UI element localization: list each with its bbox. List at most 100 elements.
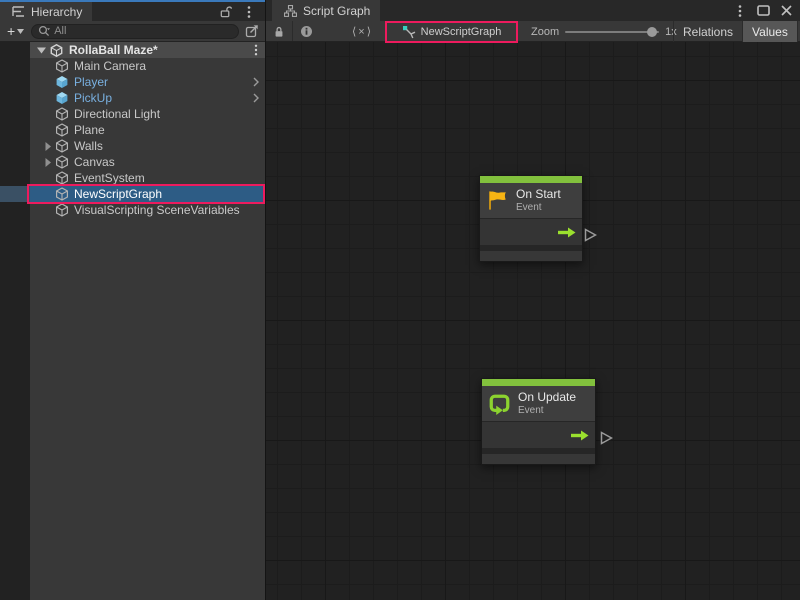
tree-gutter (0, 170, 30, 186)
hierarchy-tabbar: Hierarchy (0, 2, 265, 21)
chevron-right-icon[interactable] (253, 77, 259, 87)
hierarchy-item-plane[interactable]: Plane (0, 122, 265, 138)
search-placeholder: All (54, 25, 66, 37)
graph-toolbar: ⟨×⟩ NewScriptGraph Zoom 1x Relations Val… (266, 21, 800, 42)
node-ports-row (480, 218, 582, 245)
foldout-collapsed-icon[interactable] (45, 158, 51, 167)
close-icon[interactable] (778, 3, 794, 19)
hierarchy-item-canvas[interactable]: Canvas (0, 154, 265, 170)
gameobject-cube-icon (55, 203, 69, 217)
hierarchy-panel: Hierarchy + All (0, 0, 266, 600)
angle-x-icon[interactable]: ⟨×⟩ (342, 25, 383, 38)
node-footer (480, 251, 582, 261)
hierarchy-menu-kebab-icon[interactable] (241, 4, 257, 20)
item-label: NewScriptGraph (74, 187, 162, 201)
scene-menu-kebab-icon[interactable] (254, 44, 265, 56)
hierarchy-toolbar: + All (0, 21, 265, 42)
gameobject-cube-icon (55, 59, 69, 73)
tree-gutter (0, 58, 30, 74)
flow-port-arrow-icon[interactable] (570, 430, 589, 441)
tree-gutter (0, 202, 30, 218)
info-icon[interactable] (293, 21, 320, 41)
prefab-expand-chevron[interactable] (253, 93, 265, 103)
foldout-collapsed-icon[interactable] (45, 142, 51, 151)
relations-button[interactable]: Relations (673, 21, 742, 42)
item-label: Directional Light (74, 107, 160, 121)
tree-gutter (0, 90, 30, 106)
hierarchy-item-eventsystem[interactable]: EventSystem (0, 170, 265, 186)
item-label: Player (74, 75, 108, 89)
prefab-cube-icon (55, 75, 69, 89)
add-object-button[interactable]: + (4, 23, 27, 39)
window-menu-kebab-icon[interactable] (732, 3, 748, 19)
prefab-expand-chevron[interactable] (253, 77, 265, 87)
node-ports-row (482, 421, 595, 448)
values-button[interactable]: Values (742, 21, 797, 42)
unity-editor: Hierarchy + All (0, 0, 800, 600)
item-label: Main Camera (74, 59, 146, 73)
gameobject-cube-icon (55, 123, 69, 137)
breadcrumb-graph-name[interactable]: NewScriptGraph (387, 21, 516, 42)
unlock-icon[interactable] (217, 4, 233, 20)
tree-gutter (0, 154, 30, 170)
prefab-cube-icon (55, 91, 69, 105)
tab-hierarchy[interactable]: Hierarchy (0, 2, 92, 21)
gameobject-cube-icon (55, 155, 69, 169)
node-on-update[interactable]: On UpdateEvent (481, 378, 596, 465)
node-subtitle: Event (516, 202, 561, 214)
lock-icon[interactable] (266, 21, 292, 41)
zoom-label: Zoom (531, 26, 559, 38)
zoom-slider[interactable] (565, 31, 659, 33)
scene-header-row[interactable]: RollaBall Maze* (0, 42, 265, 58)
node-header[interactable]: On UpdateEvent (482, 386, 595, 421)
hierarchy-tab-icon (10, 4, 26, 20)
gameobject-cube-icon (55, 107, 69, 121)
node-header[interactable]: On StartEvent (480, 183, 582, 218)
hierarchy-item-visualscripting-scenevariables[interactable]: VisualScripting SceneVariables (0, 202, 265, 218)
scene-picking-icon[interactable] (243, 24, 261, 38)
item-label: PickUp (74, 91, 112, 105)
tree-gutter (0, 186, 30, 202)
scene-name: RollaBall Maze* (69, 43, 158, 57)
hierarchy-item-player[interactable]: Player (0, 74, 265, 90)
node-footer (482, 454, 595, 464)
foldout-open-icon[interactable] (34, 47, 48, 54)
event-node-colorbar (482, 379, 595, 386)
node-on-start[interactable]: On StartEvent (479, 175, 583, 262)
gameobject-cube-icon (55, 187, 69, 201)
gameobject-cube-icon (55, 171, 69, 185)
hierarchy-item-walls[interactable]: Walls (0, 138, 265, 154)
hierarchy-tree: RollaBall Maze* Main Camera Player PickUp D… (0, 42, 265, 600)
output-port-triangle-icon[interactable] (600, 431, 613, 448)
graph-canvas[interactable]: On StartEventOn UpdateEvent (266, 42, 800, 600)
search-icon (38, 25, 50, 37)
gameobject-cube-icon (55, 139, 69, 153)
tree-gutter (0, 74, 30, 90)
event-node-colorbar (480, 176, 582, 183)
maximize-icon[interactable] (755, 3, 771, 19)
chevron-right-icon[interactable] (253, 93, 259, 103)
node-title: On Update (518, 391, 576, 405)
tree-gutter (0, 138, 30, 154)
hierarchy-item-directional-light[interactable]: Directional Light (0, 106, 265, 122)
tree-gutter (0, 122, 30, 138)
item-label: EventSystem (74, 171, 145, 185)
tree-gutter (0, 42, 30, 58)
dropdown-caret-icon (17, 29, 24, 34)
node-title: On Start (516, 188, 561, 202)
on-start-flag-icon (486, 189, 509, 212)
output-port-triangle-icon[interactable] (584, 228, 597, 245)
script-graph-asset-icon (402, 25, 416, 39)
tab-script-graph[interactable]: Script Graph (272, 0, 380, 21)
plus-icon: + (7, 23, 15, 39)
hierarchy-item-newscriptgraph[interactable]: NewScriptGraph (0, 186, 265, 202)
script-graph-tab-icon (282, 3, 298, 19)
item-label: Plane (74, 123, 105, 137)
flow-port-arrow-icon[interactable] (557, 227, 576, 238)
graph-tabbar: Script Graph (266, 0, 800, 21)
script-graph-tab-label: Script Graph (303, 4, 370, 18)
hierarchy-item-main-camera[interactable]: Main Camera (0, 58, 265, 74)
zoom-slider-handle[interactable] (647, 27, 657, 37)
hierarchy-item-pickup[interactable]: PickUp (0, 90, 265, 106)
search-input[interactable]: All (31, 24, 239, 39)
